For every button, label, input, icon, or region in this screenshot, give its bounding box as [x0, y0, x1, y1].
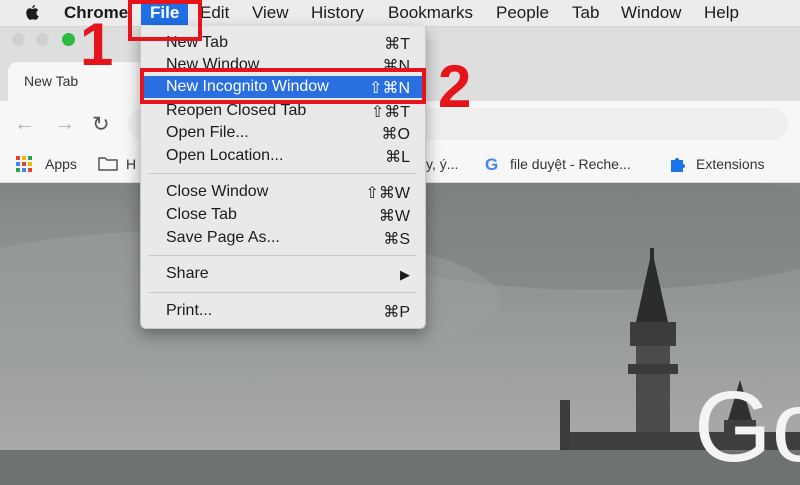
bookmark-apps[interactable]: Apps — [45, 156, 77, 172]
menu-view[interactable]: View — [252, 3, 289, 23]
menu-help[interactable]: Help — [704, 3, 739, 23]
menu-item-shortcut: ⌘L — [385, 149, 410, 166]
svg-text:G: G — [485, 155, 498, 173]
apple-logo-icon[interactable] — [24, 4, 40, 22]
menu-item-label: Print... — [166, 302, 213, 319]
menu-item-label: Share — [166, 265, 209, 282]
menu-item-label: Reopen Closed Tab — [166, 102, 307, 119]
menu-item-save-page-as[interactable]: Save Page As... ⌘S — [140, 227, 424, 249]
menu-item-close-tab[interactable]: Close Tab ⌘W — [140, 204, 424, 226]
menu-item-shortcut: ⌘T — [384, 36, 410, 53]
back-arrow-icon[interactable]: ← — [14, 112, 35, 136]
menu-window[interactable]: Window — [621, 3, 681, 23]
menu-item-close-window[interactable]: Close Window ⇧⌘W — [140, 181, 424, 203]
menu-item-shortcut: ⌘S — [383, 231, 410, 248]
zoom-window-button[interactable] — [62, 33, 75, 46]
close-window-button[interactable] — [12, 33, 25, 46]
menu-item-shortcut: ⌘W — [378, 208, 410, 225]
apps-grid-icon — [16, 156, 32, 172]
bookmark-folder[interactable]: H — [126, 156, 136, 172]
menu-item-shortcut: ⇧⌘W — [365, 185, 410, 202]
puzzle-icon — [671, 158, 685, 172]
menu-tab[interactable]: Tab — [572, 3, 599, 23]
annotation-step-1: 1 — [80, 11, 114, 78]
google-icon: G — [485, 155, 498, 173]
menu-item-shortcut: ⌘O — [381, 126, 410, 143]
menu-item-label: Save Page As... — [166, 229, 280, 246]
tab-title: New Tab — [24, 73, 79, 89]
menu-item-label: Open File... — [166, 124, 249, 141]
reload-icon[interactable]: ↻ — [92, 112, 110, 137]
annotation-box-file-menu — [128, 0, 202, 41]
annotation-step-2: 2 — [438, 53, 472, 120]
google-logo-text: Go — [694, 371, 800, 483]
menu-item-open-file[interactable]: Open File... ⌘O — [140, 122, 424, 144]
menu-item-label: Close Window — [166, 183, 269, 200]
menu-item-shortcut: ⇧⌘T — [370, 104, 410, 121]
submenu-arrow-icon: ▶ — [400, 267, 410, 282]
menu-item-open-location[interactable]: Open Location... ⌘L — [140, 145, 424, 167]
menu-separator — [148, 173, 416, 174]
forward-arrow-icon[interactable]: → — [54, 112, 75, 136]
menu-edit[interactable]: Edit — [200, 3, 229, 23]
menu-bookmarks[interactable]: Bookmarks — [388, 3, 473, 23]
menu-separator — [148, 292, 416, 293]
annotation-box-incognito — [140, 68, 426, 104]
menu-history[interactable]: History — [311, 3, 364, 23]
minimize-window-button[interactable] — [36, 33, 49, 46]
menu-item-share[interactable]: Share ▶ — [140, 263, 424, 285]
folder-icon — [98, 157, 118, 171]
menu-item-print[interactable]: Print... ⌘P — [140, 300, 424, 322]
menu-item-label: Close Tab — [166, 206, 237, 223]
bookmark-item[interactable]: y, ý... — [426, 156, 458, 172]
bookmark-file-duyet[interactable]: file duyệt - Reche... — [510, 156, 631, 172]
menu-separator — [148, 255, 416, 256]
menu-people[interactable]: People — [496, 3, 549, 23]
menu-item-label: Open Location... — [166, 147, 284, 164]
bookmark-extensions[interactable]: Extensions — [696, 156, 764, 172]
menu-item-shortcut: ⌘P — [383, 304, 410, 321]
